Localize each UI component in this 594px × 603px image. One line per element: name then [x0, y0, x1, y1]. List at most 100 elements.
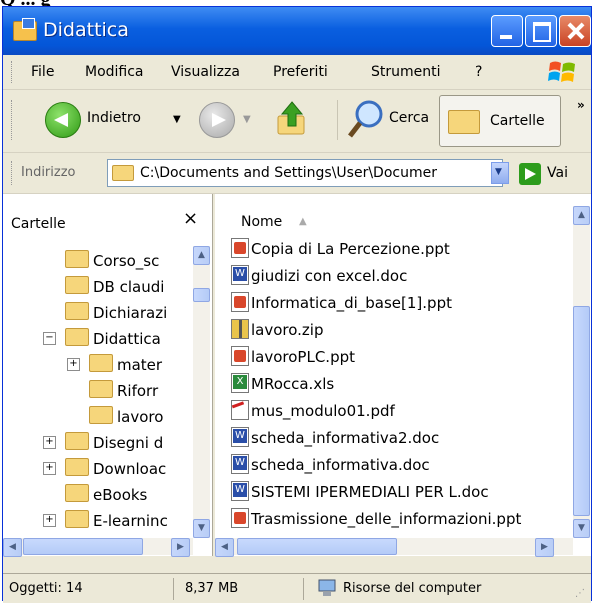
forward-arrow-icon[interactable]	[199, 102, 235, 138]
explorer-window: Didattica File Modifica Visualizza Prefe…	[2, 6, 592, 603]
file-list-item[interactable]: scheda_informativa2.doc	[231, 427, 439, 447]
scroll-left-icon[interactable]: ◀	[215, 538, 234, 557]
address-grip	[11, 161, 15, 185]
folder-icon	[89, 354, 113, 372]
toolbar-more-button[interactable]: »	[577, 98, 585, 112]
file-list-item[interactable]: scheda_informativa.doc	[231, 454, 430, 474]
ppt-file-icon	[231, 292, 249, 312]
tree-item[interactable]: Riforr	[89, 380, 158, 400]
tree-item[interactable]: + Downloac	[43, 458, 167, 478]
back-arrow-icon[interactable]	[45, 102, 81, 138]
tree-item-label: lavoro	[117, 408, 164, 426]
resize-grip[interactable]: ⋰	[575, 588, 585, 599]
folders-pane-close-icon[interactable]: ×	[183, 208, 198, 229]
go-button[interactable]: Vai	[547, 165, 568, 181]
ppt-file-icon	[231, 346, 249, 366]
tree-item-label: mater	[117, 356, 163, 374]
horizontal-scroll-thumb[interactable]	[237, 538, 397, 555]
maximize-button[interactable]	[525, 15, 557, 47]
scroll-down-icon[interactable]: ▼	[193, 519, 210, 538]
xls-file-icon	[231, 373, 249, 393]
menu-modifica[interactable]: Modifica	[85, 64, 144, 80]
tree-item-label: Corso_sc	[93, 252, 160, 270]
menu-strumenti[interactable]: Strumenti	[371, 64, 441, 80]
address-field[interactable]: C:\Documents and Settings\User\Documer	[107, 159, 503, 187]
scroll-left-icon[interactable]: ◀	[3, 538, 22, 557]
menu-help[interactable]: ?	[475, 64, 482, 80]
address-dropdown-button[interactable]: ▼	[491, 162, 509, 184]
back-dropdown-icon[interactable]: ▼	[173, 114, 181, 125]
file-list-item[interactable]: lavoro.zip	[231, 319, 324, 339]
file-list-item[interactable]: MRocca.xls	[231, 373, 334, 393]
doc-file-icon	[231, 481, 249, 501]
ppt-file-icon	[231, 238, 249, 258]
expand-icon[interactable]: +	[43, 514, 56, 527]
file-name: SISTEMI IPERMEDIALI PER L.doc	[251, 483, 489, 501]
doc-file-icon	[231, 427, 249, 447]
status-size: 8,37 MB	[185, 581, 239, 596]
scroll-thumb[interactable]	[193, 288, 210, 302]
scroll-right-icon[interactable]: ▶	[171, 538, 190, 557]
window-title: Didattica	[43, 19, 129, 41]
back-button[interactable]: Indietro	[87, 110, 141, 126]
search-icon[interactable]	[347, 98, 387, 140]
column-header-name[interactable]: Nome	[241, 214, 282, 230]
file-name: lavoro.zip	[251, 321, 324, 339]
tree-item[interactable]: lavoro	[89, 406, 163, 426]
close-button[interactable]	[559, 15, 591, 47]
pdf-file-icon	[231, 400, 249, 420]
file-list-item[interactable]: lavoroPLC.ppt	[231, 346, 355, 366]
folder-icon	[65, 328, 89, 346]
folder-icon	[65, 458, 89, 476]
scroll-thumb[interactable]	[573, 306, 590, 516]
minimize-button[interactable]	[491, 15, 523, 47]
go-arrow-icon[interactable]	[519, 163, 541, 185]
scroll-up-icon[interactable]: ▲	[573, 206, 590, 225]
expand-icon[interactable]: +	[43, 436, 56, 449]
file-list-item[interactable]: SISTEMI IPERMEDIALI PER L.doc	[231, 481, 489, 501]
tree-item-label: Dichiarazi	[93, 304, 168, 322]
menu-preferiti[interactable]: Preferiti	[273, 64, 328, 80]
scroll-down-icon[interactable]: ▼	[573, 519, 590, 538]
tree-item[interactable]: DB claudi	[65, 276, 164, 296]
file-list-item[interactable]: mus_modulo01.pdf	[231, 400, 395, 420]
folder-icon	[65, 484, 89, 502]
tree-item-label: Downloac	[93, 460, 167, 478]
address-folder-icon	[112, 165, 134, 181]
tree-item[interactable]: − Didattica	[43, 328, 161, 348]
folders-horizontal-scrollbar[interactable]: ◀ ▶	[3, 538, 193, 557]
files-vertical-scrollbar[interactable]: ▲ ▼	[573, 206, 590, 538]
scroll-up-icon[interactable]: ▲	[193, 246, 210, 265]
expand-icon[interactable]: +	[67, 358, 80, 371]
file-name: Copia di La Percezione.ppt	[251, 240, 450, 258]
collapse-icon[interactable]: −	[43, 332, 56, 345]
expand-icon[interactable]: +	[43, 462, 56, 475]
scroll-right-icon[interactable]: ▶	[535, 538, 554, 557]
file-list-item[interactable]: Trasmissione_delle_informazioni.ppt	[231, 508, 521, 528]
forward-dropdown-icon[interactable]: ▼	[243, 114, 251, 125]
folder-icon	[89, 406, 113, 424]
files-horizontal-scrollbar[interactable]: ◀ ▶	[215, 538, 573, 557]
folders-vertical-scrollbar[interactable]: ▲ ▼	[193, 246, 210, 538]
tree-item[interactable]: Corso_sc	[65, 250, 159, 270]
address-input[interactable]: C:\Documents and Settings\User\Documer	[140, 165, 437, 181]
folders-pane-title: Cartelle	[11, 216, 66, 232]
tree-item[interactable]: Dichiarazi	[65, 302, 167, 322]
file-list-item[interactable]: Informatica_di_base[1].ppt	[231, 292, 452, 312]
file-list-item[interactable]: giudizi con excel.doc	[231, 265, 407, 285]
title-bar[interactable]: Didattica	[3, 7, 591, 55]
tree-item[interactable]: + mater	[67, 354, 163, 374]
tree-item[interactable]: + Disegni d	[43, 432, 163, 452]
search-button[interactable]: Cerca	[389, 110, 429, 126]
file-list-item[interactable]: Copia di La Percezione.ppt	[231, 238, 450, 258]
computer-icon	[318, 579, 336, 596]
address-bar: Indirizzo C:\Documents and Settings\User…	[3, 153, 591, 194]
folders-button[interactable]: Cartelle	[439, 95, 561, 147]
menu-file[interactable]: File	[31, 64, 54, 80]
menu-visualizza[interactable]: Visualizza	[171, 64, 240, 80]
tree-item[interactable]: + E-learninc	[43, 510, 168, 530]
folder-icon	[65, 276, 89, 294]
horizontal-scroll-thumb[interactable]	[23, 538, 143, 555]
tree-item[interactable]: eBooks	[65, 484, 147, 504]
up-folder-icon[interactable]	[275, 100, 309, 138]
